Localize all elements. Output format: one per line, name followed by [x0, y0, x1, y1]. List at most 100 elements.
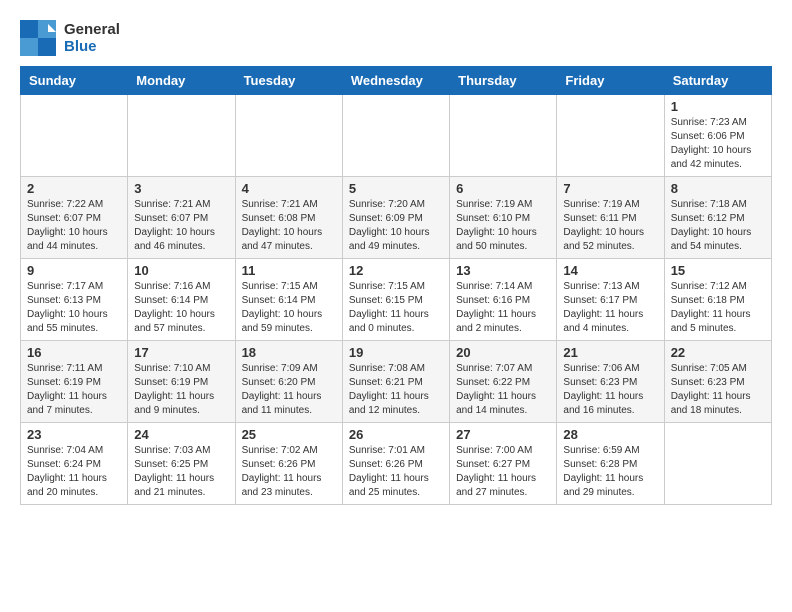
- day-number: 16: [27, 345, 121, 360]
- calendar-cell: 17Sunrise: 7:10 AMSunset: 6:19 PMDayligh…: [128, 341, 235, 423]
- day-number: 11: [242, 263, 336, 278]
- calendar-cell: 24Sunrise: 7:03 AMSunset: 6:25 PMDayligh…: [128, 423, 235, 505]
- calendar-cell: [128, 95, 235, 177]
- day-number: 8: [671, 181, 765, 196]
- calendar-cell: 16 Sunrise: 7:11 AMSunset: 6:19 PMDayligh…: [21, 341, 128, 423]
- day-info: Sunrise: 7:15 AMSunset: 6:14 PMDaylight:…: [242, 280, 336, 336]
- day-number: 3: [134, 181, 228, 196]
- day-info: Sunrise: 7:09 AMSunset: 6:20 PMDaylight:…: [242, 362, 336, 418]
- day-number: 24: [134, 427, 228, 442]
- day-number: 12: [349, 263, 443, 278]
- day-info: Sunrise: 7:11 AMSunset: 6:19 PMDaylight:…: [27, 362, 121, 418]
- calendar-cell: 2Sunrise: 7:22 AMSunset: 6:07 PMDaylight…: [21, 177, 128, 259]
- calendar-cell: [450, 95, 557, 177]
- day-info: Sunrise: 7:21 AMSunset: 6:08 PMDaylight:…: [242, 198, 336, 254]
- calendar-week-3: 16 Sunrise: 7:11 AMSunset: 6:19 PMDayligh…: [21, 341, 772, 423]
- day-info: Sunrise: 7:16 AMSunset: 6:14 PMDaylight:…: [134, 280, 228, 336]
- logo: General Blue: [20, 20, 120, 56]
- day-info: Sunrise: 7:02 AMSunset: 6:26 PMDaylight:…: [242, 444, 336, 500]
- calendar-week-1: 2Sunrise: 7:22 AMSunset: 6:07 PMDaylight…: [21, 177, 772, 259]
- calendar-week-4: 23 Sunrise: 7:04 AMSunset: 6:24 PMDayligh…: [21, 423, 772, 505]
- weekday-header-wednesday: Wednesday: [342, 67, 449, 95]
- calendar-cell: 28 Sunrise: 6:59 AMSunset: 6:28 PMDayligh…: [557, 423, 664, 505]
- day-number: 20: [456, 345, 550, 360]
- day-number: 2: [27, 181, 121, 196]
- day-info: Sunrise: 6:59 AMSunset: 6:28 PMDaylight:…: [563, 444, 657, 500]
- day-number: 19: [349, 345, 443, 360]
- day-number: 25: [242, 427, 336, 442]
- day-number: 10: [134, 263, 228, 278]
- day-info: Sunrise: 7:06 AMSunset: 6:23 PMDaylight:…: [563, 362, 657, 418]
- day-info: Sunrise: 7:21 AMSunset: 6:07 PMDaylight:…: [134, 198, 228, 254]
- day-info: Sunrise: 7:23 AMSunset: 6:06 PMDaylight:…: [671, 116, 765, 172]
- day-number: 23: [27, 427, 121, 442]
- calendar-cell: 20 Sunrise: 7:07 AMSunset: 6:22 PMDayligh…: [450, 341, 557, 423]
- calendar-week-2: 9 Sunrise: 7:17 AMSunset: 6:13 PMDaylight…: [21, 259, 772, 341]
- calendar-cell: 5 Sunrise: 7:20 AMSunset: 6:09 PMDaylight…: [342, 177, 449, 259]
- calendar-cell: 25 Sunrise: 7:02 AMSunset: 6:26 PMDayligh…: [235, 423, 342, 505]
- weekday-header-friday: Friday: [557, 67, 664, 95]
- calendar-cell: 3 Sunrise: 7:21 AMSunset: 6:07 PMDaylight…: [128, 177, 235, 259]
- logo-svg: [20, 20, 56, 56]
- day-number: 4: [242, 181, 336, 196]
- day-info: Sunrise: 7:10 AMSunset: 6:19 PMDaylight:…: [134, 362, 228, 418]
- day-info: Sunrise: 7:13 AMSunset: 6:17 PMDaylight:…: [563, 280, 657, 336]
- calendar-cell: 12 Sunrise: 7:15 AMSunset: 6:15 PMDayligh…: [342, 259, 449, 341]
- calendar-cell: 27 Sunrise: 7:00 AMSunset: 6:27 PMDayligh…: [450, 423, 557, 505]
- calendar-cell: [235, 95, 342, 177]
- day-number: 21: [563, 345, 657, 360]
- day-number: 5: [349, 181, 443, 196]
- calendar-cell: 6Sunrise: 7:19 AMSunset: 6:10 PMDaylight…: [450, 177, 557, 259]
- calendar-cell: [557, 95, 664, 177]
- day-number: 28: [563, 427, 657, 442]
- day-number: 9: [27, 263, 121, 278]
- day-info: Sunrise: 7:07 AMSunset: 6:22 PMDaylight:…: [456, 362, 550, 418]
- calendar-cell: [664, 423, 771, 505]
- calendar-cell: 10 Sunrise: 7:16 AMSunset: 6:14 PMDayligh…: [128, 259, 235, 341]
- day-info: Sunrise: 7:12 AMSunset: 6:18 PMDaylight:…: [671, 280, 765, 336]
- day-number: 14: [563, 263, 657, 278]
- calendar-cell: 23 Sunrise: 7:04 AMSunset: 6:24 PMDayligh…: [21, 423, 128, 505]
- logo-blue-text: Blue: [64, 38, 120, 55]
- calendar-cell: 4 Sunrise: 7:21 AMSunset: 6:08 PMDaylight…: [235, 177, 342, 259]
- logo-general-text: General: [64, 21, 120, 38]
- day-info: Sunrise: 7:18 AMSunset: 6:12 PMDaylight:…: [671, 198, 765, 254]
- calendar-table: SundayMondayTuesdayWednesdayThursdayFrid…: [20, 66, 772, 505]
- calendar-cell: 19 Sunrise: 7:08 AMSunset: 6:21 PMDayligh…: [342, 341, 449, 423]
- calendar-week-0: 1 Sunrise: 7:23 AMSunset: 6:06 PMDaylight…: [21, 95, 772, 177]
- calendar-cell: [342, 95, 449, 177]
- day-info: Sunrise: 7:05 AMSunset: 6:23 PMDaylight:…: [671, 362, 765, 418]
- calendar-cell: 9 Sunrise: 7:17 AMSunset: 6:13 PMDaylight…: [21, 259, 128, 341]
- day-info: Sunrise: 7:19 AMSunset: 6:11 PMDaylight:…: [563, 198, 657, 254]
- calendar-cell: 8 Sunrise: 7:18 AMSunset: 6:12 PMDaylight…: [664, 177, 771, 259]
- weekday-header-thursday: Thursday: [450, 67, 557, 95]
- day-number: 6: [456, 181, 550, 196]
- calendar-cell: 13Sunrise: 7:14 AMSunset: 6:16 PMDayligh…: [450, 259, 557, 341]
- calendar-cell: 7 Sunrise: 7:19 AMSunset: 6:11 PMDaylight…: [557, 177, 664, 259]
- day-info: Sunrise: 7:17 AMSunset: 6:13 PMDaylight:…: [27, 280, 121, 336]
- day-info: Sunrise: 7:08 AMSunset: 6:21 PMDaylight:…: [349, 362, 443, 418]
- day-info: Sunrise: 7:04 AMSunset: 6:24 PMDaylight:…: [27, 444, 121, 500]
- calendar-cell: 15 Sunrise: 7:12 AMSunset: 6:18 PMDayligh…: [664, 259, 771, 341]
- weekday-header-sunday: Sunday: [21, 67, 128, 95]
- day-number: 27: [456, 427, 550, 442]
- weekday-header-row: SundayMondayTuesdayWednesdayThursdayFrid…: [21, 67, 772, 95]
- weekday-header-saturday: Saturday: [664, 67, 771, 95]
- day-number: 18: [242, 345, 336, 360]
- day-info: Sunrise: 7:20 AMSunset: 6:09 PMDaylight:…: [349, 198, 443, 254]
- day-info: Sunrise: 7:01 AMSunset: 6:26 PMDaylight:…: [349, 444, 443, 500]
- day-info: Sunrise: 7:15 AMSunset: 6:15 PMDaylight:…: [349, 280, 443, 336]
- calendar-cell: 21 Sunrise: 7:06 AMSunset: 6:23 PMDayligh…: [557, 341, 664, 423]
- calendar-cell: 11 Sunrise: 7:15 AMSunset: 6:14 PMDayligh…: [235, 259, 342, 341]
- calendar-cell: 22 Sunrise: 7:05 AMSunset: 6:23 PMDayligh…: [664, 341, 771, 423]
- day-info: Sunrise: 7:00 AMSunset: 6:27 PMDaylight:…: [456, 444, 550, 500]
- day-number: 1: [671, 99, 765, 114]
- day-number: 22: [671, 345, 765, 360]
- weekday-header-tuesday: Tuesday: [235, 67, 342, 95]
- page-header: General Blue: [20, 20, 772, 56]
- calendar-cell: 1 Sunrise: 7:23 AMSunset: 6:06 PMDaylight…: [664, 95, 771, 177]
- day-number: 15: [671, 263, 765, 278]
- day-number: 7: [563, 181, 657, 196]
- calendar-cell: 14 Sunrise: 7:13 AMSunset: 6:17 PMDayligh…: [557, 259, 664, 341]
- calendar-cell: [21, 95, 128, 177]
